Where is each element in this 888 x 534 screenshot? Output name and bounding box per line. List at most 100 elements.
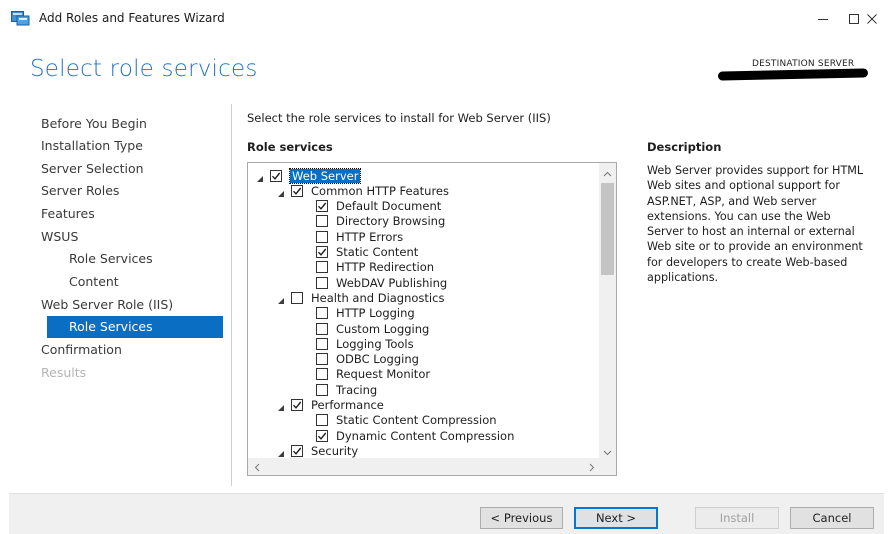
title-bar: Add Roles and Features Wizard [0,0,888,34]
scroll-right-button[interactable] [583,458,600,475]
page-title: Select role services [30,56,258,82]
checkbox-unchecked[interactable] [316,383,328,396]
checkbox-unchecked[interactable] [316,276,328,289]
nav-item-iis-role-services[interactable]: Role Services [47,316,223,338]
tree-item[interactable]: Custom Logging [316,321,429,336]
tree-item-label: WebDAV Publishing [336,275,448,290]
role-services-heading: Role services [247,140,333,154]
checkbox-unchecked[interactable] [316,261,328,274]
nav-item-installation-type[interactable]: Installation Type [41,135,143,157]
checkbox-checked[interactable] [291,444,303,457]
tree-item-label: HTTP Logging [336,306,415,321]
nav-item-content[interactable]: Content [41,271,119,293]
checkbox-unchecked[interactable] [316,322,328,335]
description-text: Web Server provides support for HTML Web… [647,164,864,285]
tree-item-label: Static Content Compression [336,413,497,428]
server-manager-icon [11,11,30,26]
tree-item-label: Default Document [336,199,442,214]
destination-server-label: DESTINATION SERVER [752,59,855,69]
tree-item[interactable]: Default Document [316,199,441,214]
vertical-scroll-thumb[interactable] [601,183,614,275]
tree-item[interactable]: Static Content Compression [316,413,497,428]
tree-item-label: Health and Diagnostics [311,290,445,305]
vertical-scrollbar[interactable] [599,163,616,459]
tree-item-label: ODBC Logging [336,352,419,367]
instruction-text: Select the role services to install for … [247,111,551,125]
tree-item-label: Dynamic Content Compression [336,428,515,443]
chevron-left-icon [254,457,260,475]
tree-item-label: Static Content [336,245,419,259]
checkbox-checked[interactable] [291,399,303,411]
nav-item-wsus-role-services[interactable]: Role Services [41,248,153,270]
checkbox-unchecked[interactable] [316,307,328,320]
expand-collapse-icon[interactable] [256,172,264,182]
checkbox-unchecked[interactable] [316,215,328,228]
role-services-tree[interactable]: Web Server Common HTTP Features Default Do… [247,162,617,476]
tree-item[interactable]: Request Monitor [316,367,430,382]
checkbox-checked[interactable] [316,246,328,258]
tree-item[interactable]: Directory Browsing [316,214,445,229]
tree-item[interactable]: Dynamic Content Compression [316,428,514,443]
nav-item-results: Results [41,365,87,380]
checkbox-unchecked[interactable] [291,291,303,304]
checkbox-unchecked[interactable] [316,230,328,243]
previous-button[interactable]: < Previous [480,507,563,529]
tree-item-label: Common HTTP Features [311,183,449,198]
expand-collapse-icon[interactable] [277,447,285,457]
nav-item-server-selection[interactable]: Server Selection [41,158,144,180]
scroll-down-button[interactable] [599,442,616,459]
minimize-icon [817,10,829,29]
tree-item[interactable]: HTTP Errors [316,229,403,244]
chevron-up-icon [603,163,612,181]
tree-item-label: Custom Logging [336,321,430,336]
tree-item[interactable]: Web Server [256,167,362,184]
scroll-left-button[interactable] [248,458,265,475]
checkbox-checked[interactable] [316,200,328,213]
expand-collapse-icon[interactable] [277,401,285,411]
checkbox-checked[interactable] [270,169,282,182]
tree-item[interactable]: Tracing [316,382,377,397]
tree-item[interactable]: HTTP Logging [316,306,415,321]
nav-item-features[interactable]: Features [41,203,95,225]
horizontal-scrollbar[interactable] [248,458,600,475]
expand-collapse-icon[interactable] [277,294,285,304]
checkbox-unchecked[interactable] [316,414,328,427]
checkbox-checked[interactable] [316,429,328,442]
next-button[interactable]: Next > [574,507,658,529]
tree-item-label: HTTP Redirection [336,260,435,275]
expand-collapse-icon[interactable] [277,187,285,197]
tree-item[interactable]: WebDAV Publishing [316,275,447,290]
tree-item-label: Tracing [336,382,378,397]
checkbox-unchecked[interactable] [316,353,328,366]
tree-item[interactable]: Logging Tools [316,336,414,351]
tree-item[interactable]: HTTP Redirection [316,260,434,275]
tree-item[interactable]: Performance [277,398,384,413]
nav-item-web-server-role[interactable]: Web Server Role (IIS) [41,294,173,316]
chevron-right-icon [589,457,595,475]
nav-item-before-you-begin[interactable]: Before You Begin [41,113,147,135]
tree-item[interactable]: ODBC Logging [316,352,419,367]
tree-item-label: Logging Tools [336,336,414,351]
tree-item-label: Performance [311,398,384,412]
destination-server-redacted [717,68,869,81]
tree-item-label: HTTP Errors [336,229,404,244]
cancel-button[interactable]: Cancel [790,507,874,529]
tree-item-label: Web Server [288,167,362,184]
tree-item-label: Security [311,443,359,458]
minimize-button[interactable] [806,6,840,32]
checkbox-unchecked[interactable] [316,337,328,350]
tree-item[interactable]: Security [277,443,358,458]
nav-item-confirmation[interactable]: Confirmation [41,339,122,361]
tree-item[interactable]: Health and Diagnostics [277,290,444,305]
tree-item[interactable]: Common HTTP Features [277,183,449,198]
checkbox-checked[interactable] [291,184,303,197]
scroll-up-button[interactable] [599,163,616,180]
nav-item-wsus[interactable]: WSUS [41,226,78,248]
checkbox-unchecked[interactable] [316,368,328,381]
tree-item-label: Request Monitor [336,367,431,382]
close-button[interactable] [858,6,886,32]
nav-divider [231,104,232,486]
tree-item[interactable]: Static Content [316,245,418,260]
nav-item-server-roles[interactable]: Server Roles [41,180,119,202]
install-button: Install [695,507,779,529]
